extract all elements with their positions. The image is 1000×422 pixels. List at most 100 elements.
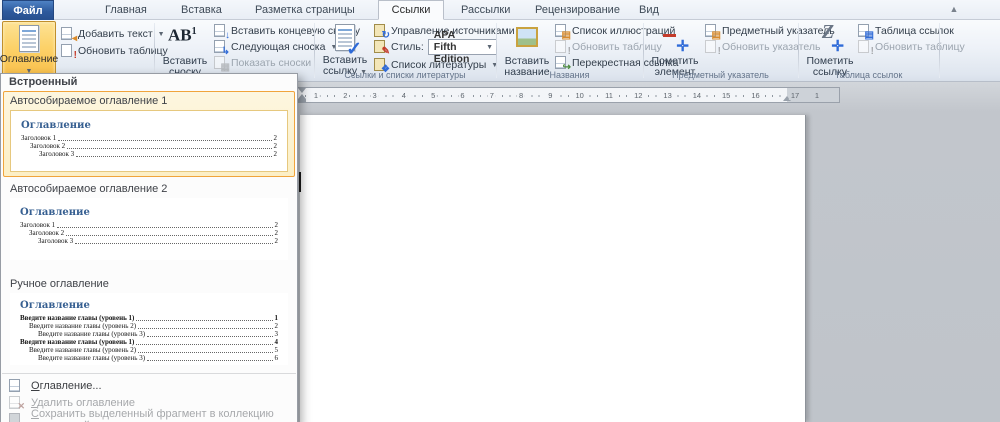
group-toa: Z✛ Пометить ссылку ▤ Таблица ссылок ! Об… — [799, 20, 940, 81]
gallery-item-title: Ручное оглавление — [8, 276, 290, 293]
tab-file[interactable]: Файл — [2, 0, 54, 20]
toc-entry: Заголовок 32 — [39, 150, 277, 158]
group-label-citations: Ссылки и списки литературы — [315, 70, 495, 80]
toc-entry: Введите название главы (уровень 2)2 — [29, 322, 278, 330]
ruler-number: 3 — [371, 92, 379, 100]
style-icon: ✎ — [373, 40, 387, 54]
toc-preview-heading: Оглавление — [20, 300, 278, 311]
ruler-number: 6 — [458, 92, 466, 100]
toc-preview: Оглавление Заголовок 12 Заголовок 22 Заг… — [10, 198, 288, 260]
gallery-item-title: Автособираемое оглавление 1 — [8, 93, 290, 110]
toc-entry: Заголовок 32 — [38, 237, 278, 245]
ruler-number: 9 — [546, 92, 554, 100]
toc-preview-heading: Оглавление — [20, 207, 278, 218]
style-combo-row: ✎ Стиль: APA Fifth Edition ▼ — [373, 39, 497, 55]
save-selection-icon — [8, 413, 22, 422]
toc-gallery-dropdown: Встроенный Автособираемое оглавление 1 О… — [0, 73, 298, 422]
menu-item-save-selection-to-gallery[interactable]: Сохранить выделенный фрагмент в коллекци… — [1, 411, 297, 422]
gallery-section-header: Встроенный — [1, 74, 297, 91]
show-notes-label: Показать сноски — [231, 57, 311, 69]
toc-entry: Заголовок 22 — [29, 229, 278, 237]
toc-entry: Введите название главы (уровень 2)5 — [29, 346, 278, 354]
tab-home[interactable]: Главная — [96, 0, 156, 20]
tab-insert[interactable]: Вставка — [172, 0, 231, 20]
tab-view[interactable]: Вид — [630, 0, 668, 20]
gallery-item-manual-toc[interactable]: Ручное оглавление Оглавление Введите наз… — [3, 274, 295, 370]
toc-gallery-button[interactable]: Оглавление ▼ — [2, 21, 56, 78]
cross-reference-icon: ↪ — [554, 56, 568, 70]
mark-citation-icon: Z✛ — [815, 24, 845, 54]
toc-preview-heading: Оглавление — [21, 120, 277, 131]
group-index: ✛ Пометить элемент ▤ Предметный указател… — [644, 20, 799, 81]
toc-button-label: Оглавление — [0, 54, 58, 65]
toc-entry: Заголовок 22 — [30, 142, 277, 150]
ruler-number: 4 — [400, 92, 408, 100]
table-of-figures-icon: ▤ — [554, 24, 568, 38]
group-label-captions: Названия — [497, 70, 642, 80]
update-toa-icon: ! — [857, 40, 871, 54]
ruler-number: 1 — [312, 92, 320, 100]
group-label-toa: Таблица ссылок — [799, 70, 938, 80]
group-citations: ✓ Вставить ссылку ▼ ↻ Управление источни… — [315, 20, 497, 81]
show-notes-button[interactable]: ▦ Показать сноски — [213, 56, 311, 70]
insert-index-icon: ▤ — [704, 24, 718, 38]
tab-page-layout[interactable]: Разметка страницы — [246, 0, 364, 20]
citation-style-select[interactable]: APA Fifth Edition ▼ — [428, 39, 497, 55]
tab-mailings[interactable]: Рассылки — [452, 0, 519, 20]
toc-entry: Введите название главы (уровень 3)6 — [38, 354, 278, 362]
ruler-number: 17 — [789, 92, 801, 100]
menu-item-insert-toc[interactable]: Оглавление... — [1, 377, 297, 394]
toc-entry: Заголовок 12 — [20, 221, 278, 229]
word-window: Файл Главная Вставка Разметка страницы С… — [0, 0, 1000, 422]
add-text-label: Добавить текст — [78, 28, 153, 40]
ruler-number: 15 — [720, 92, 732, 100]
ruler-number: 5 — [429, 92, 437, 100]
insert-footnote-button[interactable]: AB1 Вставить сноску — [158, 21, 212, 78]
toc-dialog-icon — [8, 379, 22, 393]
update-table-icon: ! — [60, 44, 74, 58]
ribbon-tab-bar: Файл Главная Вставка Разметка страницы С… — [0, 0, 1000, 20]
group-footnotes: AB1 Вставить сноску ↓ Вставить концевую … — [155, 20, 315, 81]
next-footnote-label: Следующая сноска — [231, 41, 325, 53]
group-table-of-contents: Оглавление ▼ ◂ Добавить текст ▼ ! Обнови… — [0, 20, 155, 81]
remove-toc-icon: ✕ — [8, 396, 22, 410]
ruler-number: 7 — [488, 92, 496, 100]
show-notes-icon: ▦ — [213, 56, 227, 70]
add-text-button[interactable]: ◂ Добавить текст ▼ — [60, 27, 165, 41]
add-text-icon: ◂ — [60, 27, 74, 41]
ruler-number: 8 — [517, 92, 525, 100]
update-toc-button[interactable]: ! Обновить таблицу — [60, 44, 168, 58]
minimize-ribbon-icon[interactable]: ▲ — [946, 3, 962, 16]
insert-toa-label: Таблица ссылок — [875, 25, 954, 37]
document-page[interactable] — [300, 115, 806, 422]
group-separator — [939, 23, 940, 78]
ruler-number: 2 — [341, 92, 349, 100]
ruler-number: 14 — [691, 92, 703, 100]
update-toa-label: Обновить таблицу — [875, 41, 965, 53]
toc-preview: Оглавление Введите название главы (урове… — [10, 293, 288, 365]
ruler-number: 10 — [574, 92, 586, 100]
toc-entry: Введите название главы (уровень 1)4 — [20, 338, 278, 346]
toc-entry: Введите название главы (уровень 1)1 — [20, 314, 278, 322]
toc-icon — [14, 25, 44, 52]
menu-item-label: Оглавление... — [31, 380, 102, 392]
footnote-ab1-icon: AB1 — [168, 24, 202, 54]
endnote-icon: ↓ — [213, 24, 227, 38]
toc-preview: Оглавление Заголовок 12 Заголовок 22 Заг… — [10, 110, 288, 172]
tab-review[interactable]: Рецензирование — [526, 0, 629, 20]
tab-references[interactable]: Ссылки — [378, 0, 444, 20]
toc-entry: Введите название главы (уровень 3)3 — [38, 330, 278, 338]
style-label: Стиль: — [391, 41, 424, 53]
menu-separator — [2, 373, 296, 374]
manage-sources-icon: ↻ — [373, 24, 387, 38]
update-toa-button[interactable]: ! Обновить таблицу — [857, 40, 965, 54]
mark-entry-icon: ✛ — [660, 24, 690, 54]
menu-item-label: Сохранить выделенный фрагмент в коллекци… — [31, 408, 297, 422]
gallery-item-auto-toc-1[interactable]: Автособираемое оглавление 1 Оглавление З… — [3, 91, 295, 177]
ruler-number: 1 — [813, 92, 821, 100]
update-index-icon: ! — [704, 40, 718, 54]
indent-markers-left[interactable] — [297, 88, 306, 102]
gallery-item-auto-toc-2[interactable]: Автособираемое оглавление 2 Оглавление З… — [3, 179, 295, 265]
horizontal-ruler[interactable]: 12345678910111213141516171 — [296, 87, 840, 103]
group-label-index: Предметный указатель — [644, 70, 797, 80]
